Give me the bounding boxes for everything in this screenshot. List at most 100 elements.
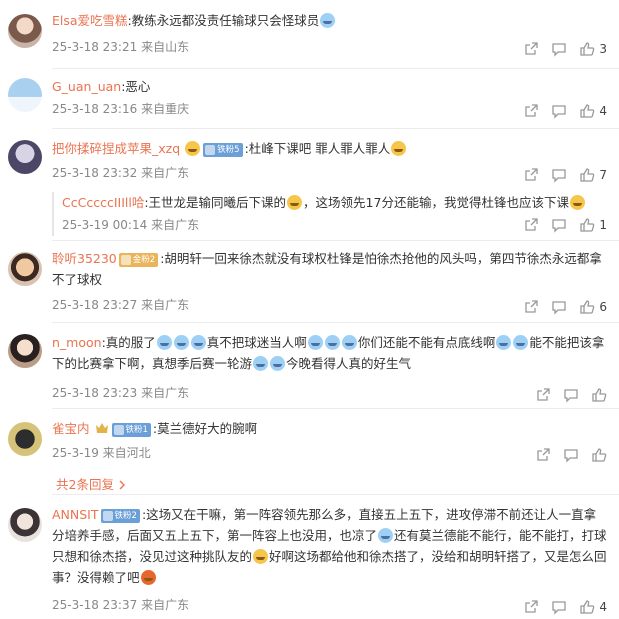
emoji-icon xyxy=(253,356,269,371)
emoji-icon xyxy=(253,549,269,564)
share-button[interactable] xyxy=(523,599,539,615)
share-button[interactable] xyxy=(523,217,539,233)
comment-button[interactable] xyxy=(551,41,567,57)
emoji-icon xyxy=(140,570,156,585)
like-count: 4 xyxy=(599,600,607,614)
comment-meta: 25-3-18 23:27 来自广东 xyxy=(52,296,189,313)
comment-text: 今晚看得人真的好生气 xyxy=(286,356,412,371)
comment-time: 25-3-18 23:32 xyxy=(52,166,138,180)
emoji-icon xyxy=(173,335,189,350)
share-button[interactable] xyxy=(523,41,539,57)
reply-text-continued: ，这场领先17分还能输，我觉得杜锋也应该下课 xyxy=(303,195,569,210)
fan-badge: 金粉2 xyxy=(118,253,159,267)
comment-button[interactable] xyxy=(563,447,579,463)
like-button[interactable]: 4 xyxy=(579,599,607,615)
reply-text: :王世龙是输同曦后下课的 xyxy=(144,195,287,210)
avatar[interactable] xyxy=(8,422,42,456)
comment-button[interactable] xyxy=(551,167,567,183)
comment-actions: 4 xyxy=(511,598,607,616)
comment-text-line: 把你揉碎捏成苹果_xzq 铁粉5:杜峰下课吧 罪人罪人罪人 xyxy=(52,138,607,159)
fan-badge: 铁粉5 xyxy=(203,143,243,157)
comment-text: 你们还能不能有点底线啊 xyxy=(357,335,496,350)
share-icon xyxy=(525,218,539,231)
share-icon xyxy=(525,42,539,55)
comment-time: 25-3-18 23:21 xyxy=(52,40,138,54)
comment-actions: 6 xyxy=(511,298,607,316)
more-replies-link[interactable]: 共2条回复 xyxy=(56,474,126,493)
comment-icon xyxy=(552,301,567,315)
comment-username[interactable]: Elsa爱吃雪糕 xyxy=(52,13,128,28)
comment-username[interactable]: 把你揉碎捏成苹果_xzq xyxy=(52,141,180,156)
comment-meta: 25-3-18 23:16 来自重庆 xyxy=(52,100,189,117)
like-button[interactable]: 7 xyxy=(579,167,607,183)
comment-item: G_uan_uan:恶心 25-3-18 23:16 来自重庆 4 xyxy=(0,70,619,132)
comment-icon xyxy=(552,601,567,615)
comment-location: 来自广东 xyxy=(141,166,190,180)
share-button[interactable] xyxy=(523,103,539,119)
reply-item: CcCccccIIIll哈:王世龙是输同曦后下课的 ，这场领先17分还能输，我觉得… xyxy=(52,192,607,236)
comment-username[interactable]: 聆听35230 xyxy=(52,251,117,266)
like-icon xyxy=(592,448,607,462)
reply-meta: 25-3-19 00:14 来自广东 xyxy=(62,216,199,233)
emoji-icon xyxy=(185,141,201,156)
comment-location: 来自广东 xyxy=(141,298,190,312)
avatar[interactable] xyxy=(8,252,42,286)
comment-item: Elsa爱吃雪糕:教练永远都没责任输球只会怪球员 25-3-18 23:21 来… xyxy=(0,4,619,69)
like-button[interactable] xyxy=(591,387,607,403)
comment-username[interactable]: G_uan_uan xyxy=(52,79,121,94)
avatar[interactable] xyxy=(8,14,42,48)
reply-time: 25-3-19 00:14 xyxy=(62,218,148,232)
comment-button[interactable] xyxy=(551,299,567,315)
comment-icon xyxy=(552,169,567,183)
like-button[interactable]: 3 xyxy=(579,41,607,57)
comment-item: n_moon:真的服了 真不把球迷当人啊 你们还能不能有点底线啊 能不能把该拿下的比赛… xyxy=(0,326,619,409)
avatar[interactable] xyxy=(8,508,42,542)
like-button[interactable] xyxy=(591,447,607,463)
comment-icon xyxy=(552,43,567,57)
comment-time: 25-3-19 xyxy=(52,446,99,460)
comment-time: 25-3-18 23:27 xyxy=(52,298,138,312)
fan-badge: 铁粉1 xyxy=(111,423,151,437)
like-count: 3 xyxy=(599,42,607,56)
reply-text-line: CcCccccIIIll哈:王世龙是输同曦后下课的 ，这场领先17分还能输，我觉得… xyxy=(62,192,607,213)
share-icon xyxy=(525,104,539,117)
comment-text: :真的服了 xyxy=(101,335,156,350)
share-button[interactable] xyxy=(523,167,539,183)
comment-username[interactable]: n_moon xyxy=(52,335,102,350)
comment-location: 来自广东 xyxy=(141,386,190,400)
comment-button[interactable] xyxy=(563,387,579,403)
comment-button[interactable] xyxy=(551,599,567,615)
like-button[interactable]: 4 xyxy=(579,103,607,119)
avatar[interactable] xyxy=(8,140,42,174)
comment-time: 25-3-18 23:23 xyxy=(52,386,138,400)
comment-username[interactable]: 雀宝内 xyxy=(52,421,90,436)
comment-actions xyxy=(523,446,607,464)
comment-actions xyxy=(523,386,607,404)
comment-time: 25-3-18 23:16 xyxy=(52,102,138,116)
share-button[interactable] xyxy=(535,447,551,463)
avatar[interactable] xyxy=(8,78,42,112)
comment-actions: 3 xyxy=(511,40,607,58)
comment-text: :教练永远都没责任输球只会怪球员 xyxy=(127,13,320,28)
comment-text-line: n_moon:真的服了 真不把球迷当人啊 你们还能不能有点底线啊 能不能把该拿下的比赛… xyxy=(52,332,607,374)
share-button[interactable] xyxy=(535,387,551,403)
comment-location: 来自河北 xyxy=(102,446,151,460)
comment-item: ANNSIT 铁粉2:这场又在干嘛，第一阵容领先那么多，直接五上五下，进攻停滞不前… xyxy=(0,498,619,618)
like-button[interactable]: 6 xyxy=(579,299,607,315)
comment-username[interactable]: ANNSIT xyxy=(52,507,99,522)
like-icon xyxy=(580,42,595,56)
avatar[interactable] xyxy=(8,334,42,368)
like-button[interactable]: 1 xyxy=(579,217,607,233)
comment-time: 25-3-18 23:37 xyxy=(52,598,138,612)
reply-location: 来自广东 xyxy=(151,218,200,232)
reply-username[interactable]: CcCccccIIIll哈 xyxy=(62,195,144,210)
comment-item: 雀宝内 铁粉1:莫兰德好大的腕啊 25-3-19 来自河北 共2条回复 xyxy=(0,412,619,495)
comment-meta: 25-3-18 23:37 来自广东 xyxy=(52,596,189,613)
share-button[interactable] xyxy=(523,299,539,315)
comment-button[interactable] xyxy=(551,217,567,233)
reply-actions: 1 xyxy=(511,216,607,234)
comment-button[interactable] xyxy=(551,103,567,119)
emoji-icon xyxy=(190,335,206,350)
emoji-icon xyxy=(324,335,340,350)
comment-text-line: 雀宝内 铁粉1:莫兰德好大的腕啊 xyxy=(52,418,607,439)
